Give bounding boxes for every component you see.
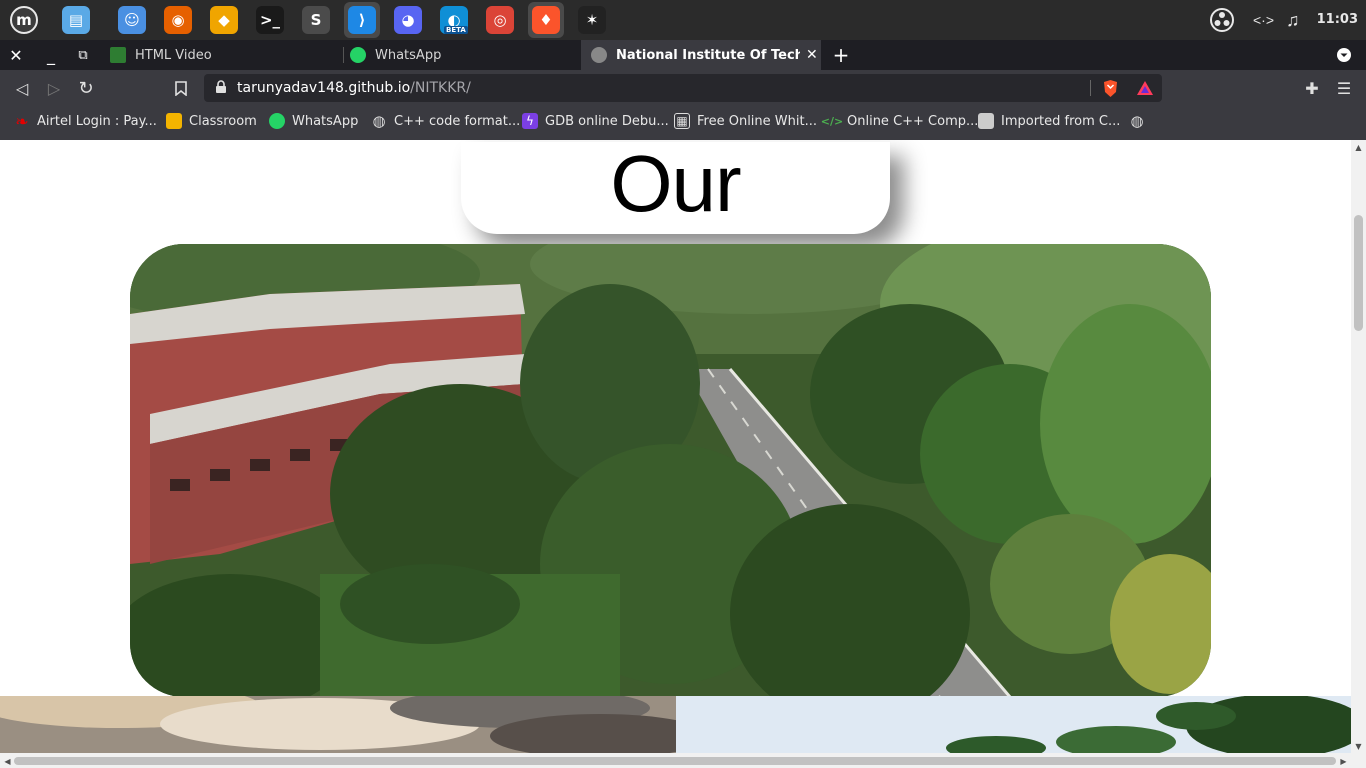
close-window-icon[interactable]: ✕ xyxy=(2,40,30,70)
tab-whatsapp[interactable]: WhatsApp xyxy=(350,40,580,70)
finder-icon[interactable]: ☺ xyxy=(114,2,150,38)
new-tab-button[interactable]: + xyxy=(827,40,855,70)
files-icon[interactable]: ▤ xyxy=(58,2,94,38)
terminal-icon[interactable]: >_ xyxy=(252,2,288,38)
bookmark-airtel[interactable]: ❧ Airtel Login : Pay... xyxy=(14,106,157,136)
bookmark-label: GDB online Debu... xyxy=(545,113,669,129)
forward-button[interactable]: ▷ xyxy=(42,76,66,100)
clock[interactable]: 11:03 xyxy=(1317,0,1358,40)
globe-icon: ◍ xyxy=(1130,112,1144,130)
tab-menu-chevron-icon[interactable] xyxy=(1330,40,1358,70)
tab-strip: ✕ _ ⧉ HTML Video WhatsApp National Insti… xyxy=(0,40,1366,70)
tab-favicon xyxy=(110,47,126,63)
tab-nit-kkr[interactable]: National Institute Of Technolo ✕ xyxy=(581,40,821,70)
bookmark-cpp-formatter[interactable]: ◍ C++ code format... xyxy=(371,106,520,136)
vscode-icon[interactable]: ⟩ xyxy=(344,2,380,38)
globe-icon: ◍ xyxy=(372,112,386,130)
code-icon: </> xyxy=(820,114,844,128)
bookmark-label: Free Online Whit... xyxy=(697,113,817,129)
os-top-panel: m ▤ ☺ ◉ ◆ >_ S ⟩ ◕ ◐ BETA ◎ ♦ ✶ <·> ♫ 11:03 xyxy=(0,0,1366,40)
url-text[interactable]: tarunyadav148.github.io/NITKKR/ xyxy=(237,74,471,102)
tab-title: WhatsApp xyxy=(375,47,442,63)
bookmark-whiteboard[interactable]: ▦ Free Online Whit... xyxy=(674,106,817,136)
extensions-puzzle-icon[interactable]: ✚ xyxy=(1300,76,1324,100)
bookmark-imported-folder[interactable]: Imported from C... xyxy=(978,106,1120,136)
url-path: /NITKKR/ xyxy=(410,80,471,96)
url-divider xyxy=(1090,80,1091,96)
menu-hamburger-icon[interactable]: ☰ xyxy=(1332,76,1356,100)
tab-title: HTML Video xyxy=(135,47,212,63)
bookmark-globe[interactable]: ◍ xyxy=(1129,106,1152,136)
reload-button[interactable]: ↻ xyxy=(74,76,98,100)
brave-shields-icon[interactable] xyxy=(1102,79,1119,103)
url-domain: tarunyadav148.github.io xyxy=(237,80,411,96)
scroll-up-arrow-icon[interactable]: ▲ xyxy=(1351,140,1366,154)
vertical-scrollbar[interactable]: ▲ ▼ xyxy=(1351,140,1366,753)
scroll-left-arrow-icon[interactable]: ◀ xyxy=(0,754,15,768)
airtel-icon: ❧ xyxy=(15,111,29,131)
linux-mint-menu-icon[interactable]: m xyxy=(6,2,42,38)
bookmark-gdb-online[interactable]: ϟ GDB online Debu... xyxy=(522,106,669,136)
genie-lamp-icon[interactable]: ◆ xyxy=(206,2,242,38)
lock-icon xyxy=(215,80,227,99)
sublime-text-icon[interactable]: S xyxy=(298,2,334,38)
folder-icon xyxy=(978,113,994,129)
scroll-down-arrow-icon[interactable]: ▼ xyxy=(1351,739,1366,753)
bookmark-icon[interactable] xyxy=(169,76,193,100)
brave-icon[interactable]: ♦ xyxy=(528,2,564,38)
bookmark-classroom[interactable]: Classroom xyxy=(166,106,257,136)
bookmark-label: C++ code format... xyxy=(394,113,521,129)
palm-trees-image xyxy=(676,696,1351,753)
horizontal-scroll-thumb[interactable] xyxy=(14,757,1336,765)
minimize-window-icon[interactable]: _ xyxy=(37,40,65,70)
horizontal-scrollbar[interactable]: ◀ ▶ xyxy=(0,753,1366,768)
whiteboard-icon: ▦ xyxy=(674,113,690,129)
firefox-icon[interactable]: ◉ xyxy=(160,2,196,38)
whatsapp-icon xyxy=(350,47,366,63)
music-note-icon[interactable]: ♫ xyxy=(1286,0,1300,40)
obs-tray-icon[interactable] xyxy=(1209,0,1235,40)
browser-toolbar: ◁ ▷ ↻ tarunyadav148.github.io/NITKKR/ ✚ … xyxy=(0,70,1366,106)
classroom-icon xyxy=(166,113,182,129)
brave-rewards-icon[interactable] xyxy=(1136,80,1154,101)
heading-card: Our Campus xyxy=(461,140,890,324)
close-tab-icon[interactable]: ✕ xyxy=(806,47,818,63)
globe-icon xyxy=(591,47,607,63)
discord-icon[interactable]: ◕ xyxy=(390,2,426,38)
bookmark-label: Online C++ Comp... xyxy=(847,113,979,129)
edge-beta-icon[interactable]: ◐ BETA xyxy=(436,2,472,38)
campus-aerial-image xyxy=(130,244,1211,697)
gdb-icon: ϟ xyxy=(522,113,538,129)
chrome-icon[interactable]: ◎ xyxy=(482,2,518,38)
bookmark-online-cpp[interactable]: </> Online C++ Comp... xyxy=(820,106,979,136)
tab-title: National Institute Of Technolo xyxy=(616,47,800,63)
vertical-scroll-thumb[interactable] xyxy=(1354,215,1363,331)
tab-html-video[interactable]: HTML Video xyxy=(110,40,340,70)
bookmarks-bar: ❧ Airtel Login : Pay... Classroom WhatsA… xyxy=(0,106,1366,140)
bookmark-label: Classroom xyxy=(189,113,257,129)
whatsapp-icon xyxy=(269,113,285,129)
scroll-right-arrow-icon[interactable]: ▶ xyxy=(1336,754,1351,768)
address-bar[interactable]: tarunyadav148.github.io/NITKKR/ xyxy=(204,74,1162,102)
sky-sunset-image xyxy=(0,696,676,753)
restore-window-icon[interactable]: ⧉ xyxy=(69,40,97,70)
page-viewport: Our Campus xyxy=(0,140,1351,753)
bookmark-label: Airtel Login : Pay... xyxy=(37,113,157,129)
bookmark-whatsapp[interactable]: WhatsApp xyxy=(269,106,358,136)
bookmark-label: Imported from C... xyxy=(1001,113,1121,129)
beta-badge: BETA xyxy=(444,26,468,34)
obs-icon[interactable]: ✶ xyxy=(574,2,610,38)
tab-divider xyxy=(343,47,344,63)
bookmark-label: WhatsApp xyxy=(292,113,359,129)
back-button[interactable]: ◁ xyxy=(10,76,34,100)
network-arrows-icon[interactable]: <·> xyxy=(1253,0,1274,40)
